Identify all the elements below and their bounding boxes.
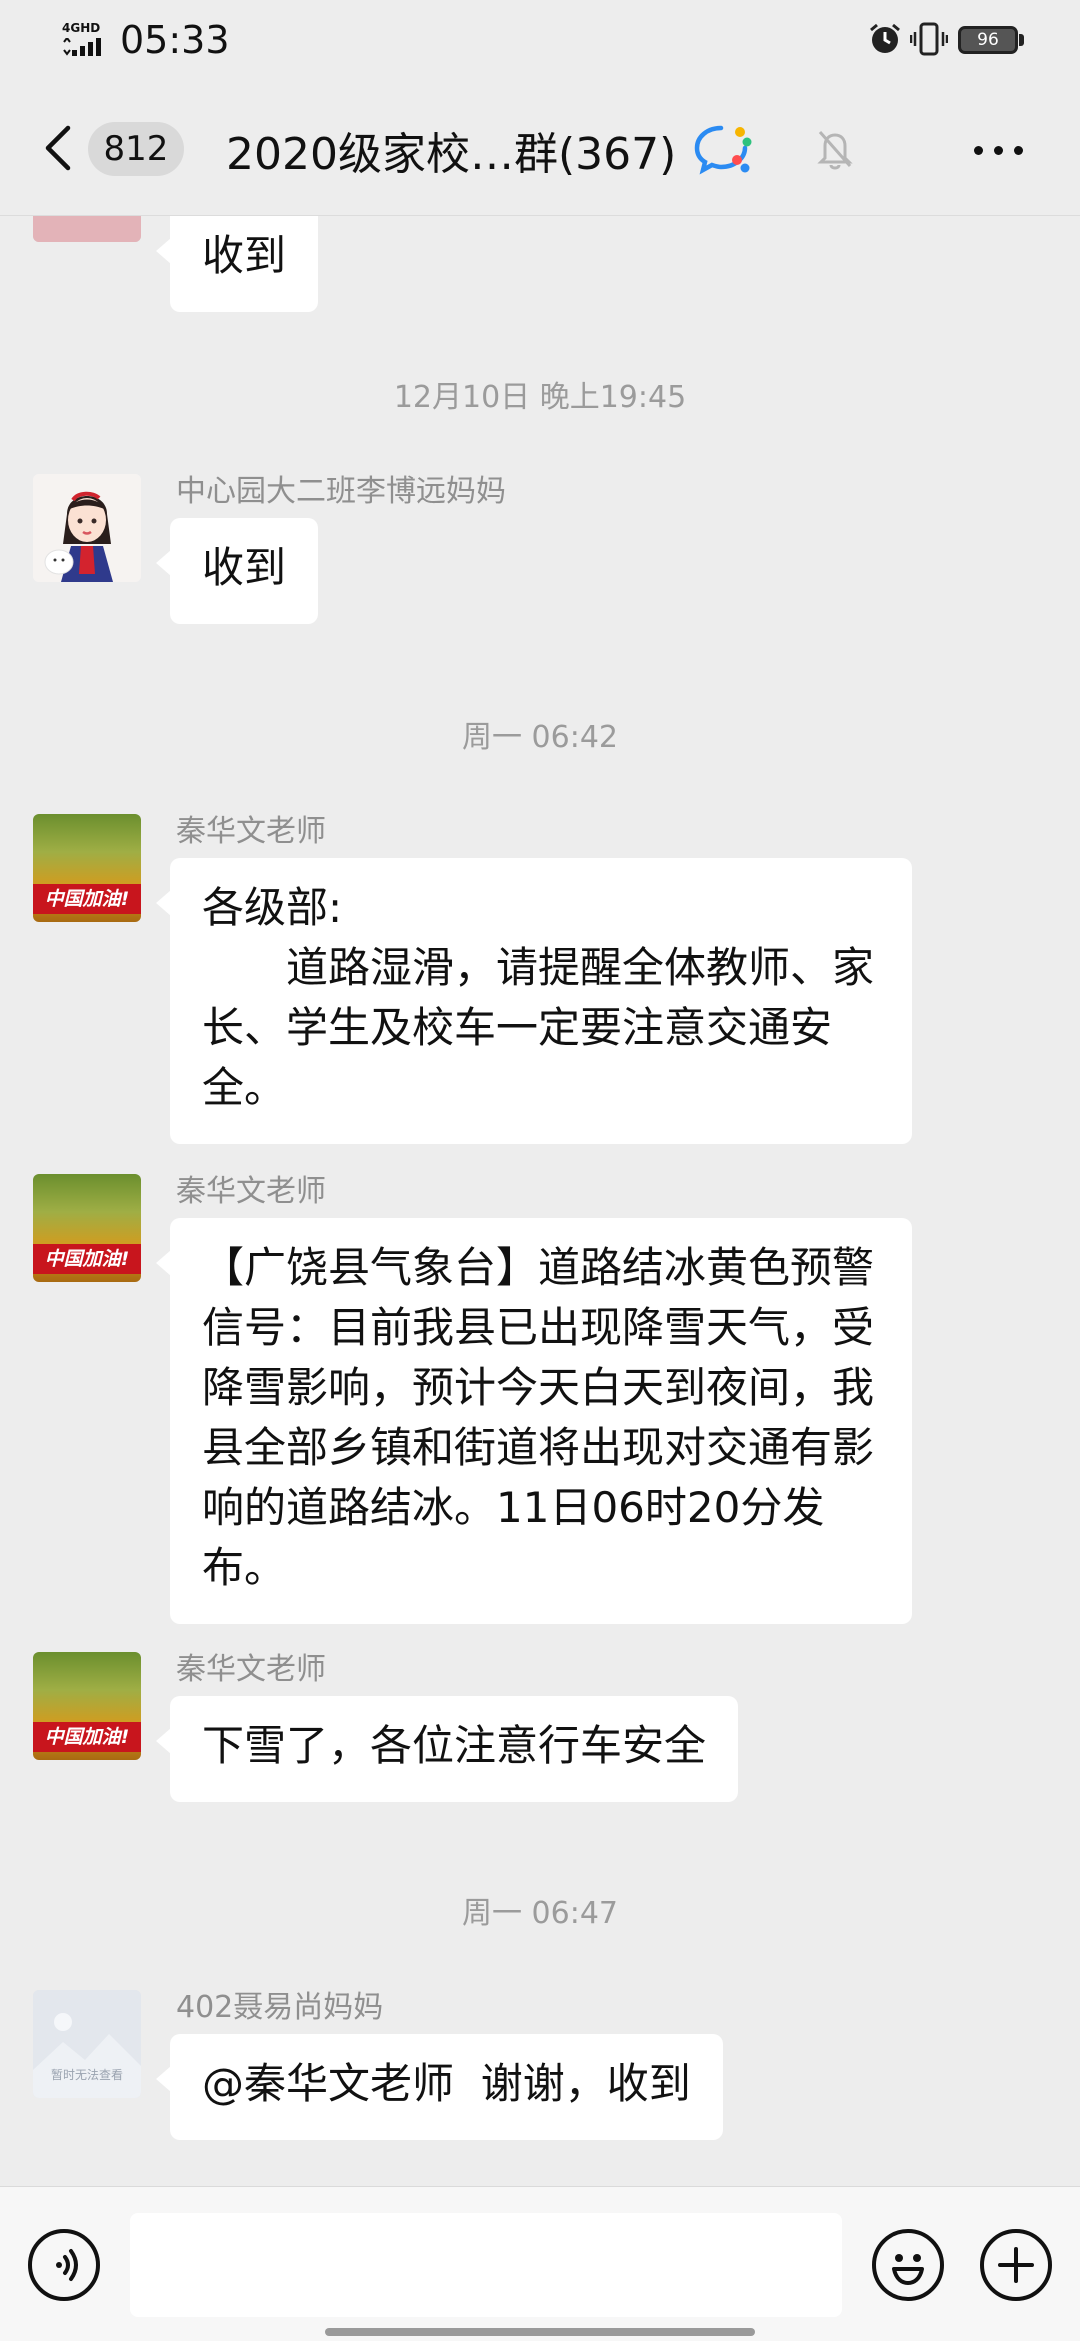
- sender-name: 中心园大二班李博远妈妈: [176, 474, 506, 509]
- signal-icon: [63, 38, 101, 56]
- sender-name: 秦华文老师: [176, 814, 326, 849]
- vibrate-icon: [910, 22, 948, 56]
- battery-level: 96: [977, 30, 999, 50]
- home-indicator[interactable]: [325, 2328, 755, 2336]
- more-dots-icon[interactable]: [974, 140, 1034, 156]
- clock: 05:33: [120, 18, 230, 62]
- message-input[interactable]: [130, 2213, 842, 2317]
- status-bar: 4GHD 05:33 96: [0, 0, 1080, 80]
- bell-off-icon[interactable]: [816, 128, 854, 170]
- timestamp: 周一 06:42: [462, 720, 618, 755]
- message-bubble[interactable]: 下雪了，各位注意行车安全: [155, 1696, 739, 1802]
- message-bubble[interactable]: 【广饶县气象台】道路结冰黄色预警信号：目前我县已出现降雪天气，受降雪影响，预计今…: [156, 1218, 912, 1624]
- placeholder-caption: 暂时无法查看: [50, 2068, 123, 2082]
- china-jiayou-avatar[interactable]: 中国加油!: [33, 814, 141, 922]
- china-jiayou-avatar[interactable]: 中国加油!: [33, 1174, 141, 1282]
- sender-name: 秦华文老师: [176, 1652, 326, 1687]
- photo-avatar[interactable]: [33, 216, 141, 242]
- chat-message-list[interactable]: 收到 12月10日 晚上19:45 中心园大二班李博远妈妈 收到 周一 06:4…: [0, 216, 1080, 2184]
- cartoon-girl-avatar[interactable]: [33, 474, 141, 582]
- chevron-left-icon[interactable]: [38, 122, 78, 174]
- sender-name: 402聂易尚妈妈: [176, 1990, 384, 2025]
- avatar-banner-text: 中国加油!: [33, 1244, 141, 1274]
- avatar-banner-text: 中国加油!: [33, 1722, 141, 1752]
- timestamp: 12月10日 晚上19:45: [393, 380, 687, 415]
- message-bubble[interactable]: 收到: [155, 216, 319, 312]
- timestamp: 周一 06:47: [462, 1896, 618, 1931]
- message-bubble[interactable]: @秦华文老师 谢谢，收到: [156, 2034, 723, 2140]
- chat-header: 812 2020级家校…群(367): [0, 80, 1080, 216]
- sender-name: 秦华文老师: [176, 1174, 326, 1209]
- voice-icon[interactable]: [28, 2229, 100, 2301]
- alarm-icon: [870, 23, 900, 53]
- message-bubble[interactable]: 各级部: 道路湿滑，请提醒全体教师、家长、学生及校车一定要注意交通安全。: [156, 858, 912, 1144]
- plus-icon[interactable]: [980, 2229, 1052, 2301]
- placeholder-image-avatar[interactable]: 暂时无法查看: [33, 1990, 141, 2098]
- unread-count-badge[interactable]: 812: [88, 122, 184, 176]
- emoji-icon[interactable]: [872, 2229, 944, 2301]
- network-type: 4GHD: [62, 21, 101, 35]
- battery-icon: 96: [958, 26, 1018, 54]
- group-title[interactable]: 2020级家校…群(367): [226, 118, 676, 182]
- battery-tip: [1019, 34, 1024, 46]
- avatar-banner-text: 中国加油!: [33, 884, 141, 914]
- chat-bubble-icon[interactable]: [693, 124, 753, 176]
- input-bar: [0, 2186, 1080, 2341]
- message-bubble[interactable]: 收到: [155, 518, 319, 624]
- china-jiayou-avatar[interactable]: 中国加油!: [33, 1652, 141, 1760]
